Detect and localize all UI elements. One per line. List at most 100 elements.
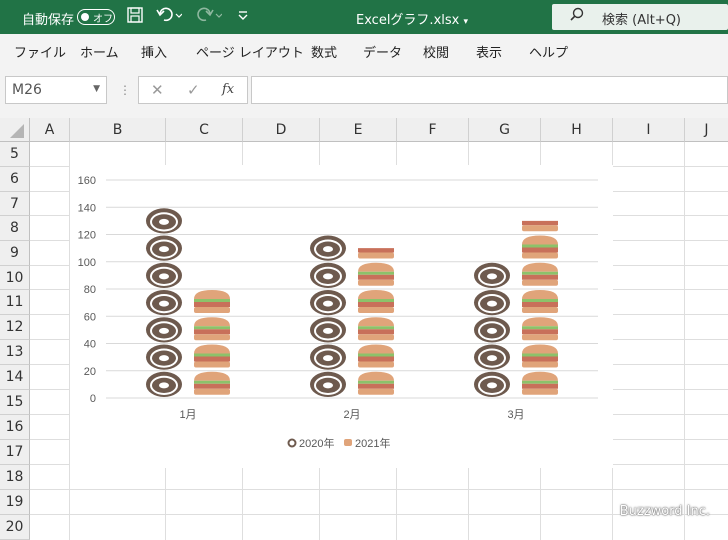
bar-2021 <box>194 290 230 395</box>
column-header-i[interactable]: I <box>613 118 685 142</box>
column-header-d[interactable]: D <box>243 118 320 142</box>
y-tick-label: 100 <box>78 257 96 269</box>
formula-input[interactable] <box>251 76 728 104</box>
burger-icon <box>522 208 558 217</box>
burger-icon <box>522 344 558 354</box>
burger-icon <box>522 290 558 299</box>
bar-2021 <box>522 208 558 395</box>
tab-help[interactable]: ヘルプ <box>529 42 568 61</box>
x-tick-label: 3月 <box>507 409 524 421</box>
row-header-13[interactable]: 13 <box>0 340 30 365</box>
customize-toolbar-icon[interactable] <box>237 7 249 27</box>
column-header-g[interactable]: G <box>469 118 541 142</box>
insert-function-button[interactable]: fx <box>222 82 234 97</box>
tab-page-layout[interactable]: ページ レイアウト <box>196 42 304 61</box>
autosave-state: オフ <box>93 14 113 25</box>
burger-icon <box>194 317 230 327</box>
row-header-6[interactable]: 6 <box>0 167 30 192</box>
file-name[interactable]: Excelグラフ.xlsx ▾ <box>356 9 468 28</box>
legend-burger-icon <box>344 439 352 446</box>
burger-icon <box>358 344 394 354</box>
burger-icon <box>522 262 558 272</box>
burger-icon <box>194 371 230 381</box>
column-header-h[interactable]: H <box>541 118 613 142</box>
search-placeholder: 検索 (Alt+Q) <box>602 13 682 28</box>
burger-icon <box>194 344 230 354</box>
tab-home[interactable]: ホーム <box>80 42 119 61</box>
tab-insert[interactable]: 挿入 <box>141 42 167 61</box>
search-box[interactable]: 検索 (Alt+Q) <box>552 4 728 30</box>
chevron-down-icon: ▾ <box>463 17 469 27</box>
y-tick-label: 60 <box>84 311 96 323</box>
y-tick-label: 80 <box>84 284 96 296</box>
burger-icon <box>358 236 394 245</box>
column-header-e[interactable]: E <box>320 118 397 142</box>
y-tick-label: 160 <box>78 175 96 187</box>
name-box[interactable]: M26 ▼ <box>5 76 107 104</box>
y-tick-label: 40 <box>84 339 96 351</box>
tab-file[interactable]: ファイル <box>14 42 66 61</box>
toggle-knob <box>81 12 89 21</box>
bar-2020 <box>146 208 182 397</box>
x-tick-label: 1月 <box>179 409 196 421</box>
watermark: Buzzword Inc. <box>619 504 710 519</box>
y-tick-label: 20 <box>84 366 96 378</box>
cancel-icon[interactable]: ✕ <box>151 81 164 99</box>
column-header-j[interactable]: J <box>685 118 728 142</box>
burger-icon <box>358 290 394 299</box>
column-header-c[interactable]: C <box>166 118 243 142</box>
save-icon[interactable] <box>127 7 143 27</box>
name-box-value: M26 <box>12 82 42 98</box>
row-header-14[interactable]: 14 <box>0 365 30 390</box>
picture-bar-chart: 0 20 40 60 80 100 120 140 160 1月 2月 3月 2020年 2021年 <box>78 175 598 450</box>
legend-label: 2021年 <box>355 436 390 450</box>
row-header-17[interactable]: 17 <box>0 440 30 465</box>
row-header-10[interactable]: 10 <box>0 266 30 290</box>
burger-icon <box>522 371 558 381</box>
row-header-8[interactable]: 8 <box>0 216 30 241</box>
tab-review[interactable]: 校閲 <box>423 42 449 61</box>
redo-icon[interactable] <box>196 7 223 27</box>
legend-donut-icon <box>287 438 297 448</box>
burger-icon <box>522 317 558 327</box>
enter-icon[interactable]: ✓ <box>187 81 200 99</box>
autosave-toggle[interactable]: オフ <box>77 9 115 25</box>
row-header-7[interactable]: 7 <box>0 192 30 216</box>
x-tick-label: 2月 <box>343 409 360 421</box>
row-header-15[interactable]: 15 <box>0 390 30 415</box>
burger-icon <box>358 371 394 381</box>
autosave-label: 自動保存 <box>22 13 75 28</box>
burger-icon <box>194 290 230 299</box>
formula-bar: M26 ▼ ⋮ ✕ ✓ fx <box>0 66 728 118</box>
y-tick-label: 0 <box>90 393 96 405</box>
tab-view[interactable]: 表示 <box>476 42 502 61</box>
undo-icon[interactable] <box>156 7 183 27</box>
column-header-f[interactable]: F <box>397 118 469 142</box>
chevron-down-icon: ▼ <box>93 84 100 94</box>
more-options-icon[interactable]: ⋮ <box>119 83 131 97</box>
tab-data[interactable]: データ <box>363 42 402 61</box>
tab-formulas[interactable]: 数式 <box>311 42 337 61</box>
column-header-a[interactable]: A <box>30 118 70 142</box>
chart-object[interactable]: 0 20 40 60 80 100 120 140 160 1月 2月 3月 2020年 2021年 <box>70 165 613 468</box>
row-header-5[interactable]: 5 <box>0 142 30 167</box>
title-bar: 自動保存 オフ Excelグラフ.xlsx ▾ 検索 (Alt+Q) <box>0 0 728 34</box>
burger-icon <box>358 262 394 272</box>
row-header-18[interactable]: 18 <box>0 465 30 490</box>
row-header-11[interactable]: 11 <box>0 290 30 315</box>
file-name-text: Excelグラフ.xlsx <box>356 13 460 28</box>
row-header-12[interactable]: 12 <box>0 315 30 340</box>
burger-icon <box>522 235 558 245</box>
row-header-20[interactable]: 20 <box>0 515 30 540</box>
row-header-9[interactable]: 9 <box>0 241 30 266</box>
y-tick-label: 140 <box>78 202 96 214</box>
row-header-19[interactable]: 19 <box>0 490 30 515</box>
column-header-b[interactable]: B <box>70 118 166 142</box>
row-header-16[interactable]: 16 <box>0 415 30 440</box>
select-all-corner[interactable] <box>0 118 30 142</box>
formula-buttons: ✕ ✓ fx <box>138 76 248 104</box>
ribbon-tabs: ファイル ホーム 挿入 ページ レイアウト 数式 データ 校閲 表示 ヘルプ <box>0 34 728 66</box>
burger-icon <box>358 317 394 327</box>
legend-label: 2020年 <box>299 436 334 450</box>
bar-2020 <box>474 262 510 397</box>
